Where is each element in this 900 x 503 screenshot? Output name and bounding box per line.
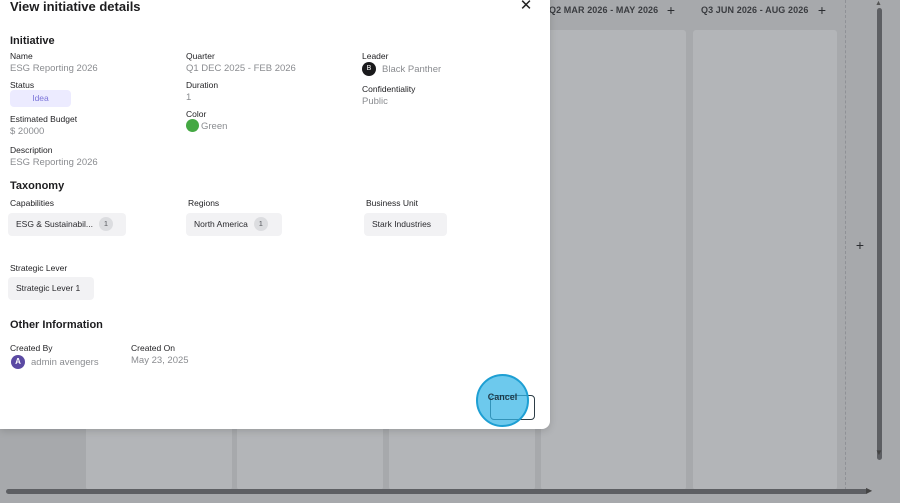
regions-label: Regions [188,198,220,208]
board-column-q3 [693,30,837,490]
initiative-details-modal: View initiative details ✕ Initiative Nam… [0,0,550,429]
scroll-right-icon[interactable]: ▶ [866,486,872,495]
chip-count: 1 [253,216,268,231]
section-title-taxonomy: Taxonomy [10,180,65,192]
chip-label: Stark Industries [372,219,432,229]
status-label: Status [10,80,35,90]
column-header-q3: Q3 JUN 2026 - AUG 2026 [701,5,809,15]
scrollbar-thumb[interactable] [6,489,868,494]
created-by-label: Created By [10,343,53,353]
budget-value: $ 20000 [10,126,45,137]
leader-label: Leader [362,51,389,61]
regions-chip[interactable]: North America 1 [186,213,282,236]
budget-label: Estimated Budget [10,114,78,124]
created-on-label: Created On [131,343,175,353]
cancel-button-label[interactable]: Cancel [476,392,529,402]
section-title-other: Other Information [10,319,103,331]
name-label: Name [10,51,33,61]
capabilities-chip[interactable]: ESG & Sustainabil... 1 [8,213,126,236]
confidentiality-label: Confidentiality [362,84,416,94]
strategic-lever-chip[interactable]: Strategic Lever 1 [8,277,94,300]
created-by-value: admin avengers [31,357,99,368]
name-value: ESG Reporting 2026 [10,63,98,74]
chip-count: 1 [99,216,114,231]
quarter-label: Quarter [186,51,215,61]
business-unit-label: Business Unit [366,198,418,208]
add-to-column-icon[interactable]: + [815,2,829,18]
description-value: ESG Reporting 2026 [10,157,98,168]
duration-value: 1 [186,92,192,103]
close-icon[interactable]: ✕ [518,0,534,14]
chip-label: North America [194,219,248,229]
scroll-down-icon[interactable]: ▼ [875,448,883,457]
creator-avatar: A [11,355,25,369]
chip-label: Strategic Lever 1 [16,283,81,293]
status-badge: Idea [10,90,71,107]
add-to-column-icon[interactable]: + [664,2,678,18]
board-column-q2 [541,30,686,490]
leader-value: Black Panther [382,64,442,75]
strategic-lever-label: Strategic Lever [10,263,68,273]
horizontal-scrollbar[interactable]: ▶ [0,486,880,503]
vertical-scrollbar[interactable]: ▲ ▼ [873,0,885,490]
modal-title: View initiative details [10,0,141,14]
add-column-icon[interactable]: + [853,237,867,253]
section-title-initiative: Initiative [10,35,55,47]
scroll-up-icon[interactable]: ▲ [875,0,882,7]
confidentiality-value: Public [362,96,388,107]
color-value: Green [201,121,228,132]
business-unit-chip[interactable]: Stark Industries [364,213,447,236]
leader-avatar: B [362,62,376,76]
color-swatch [186,119,199,132]
quarter-value: Q1 DEC 2025 - FEB 2026 [186,63,296,74]
column-header-q2: Q2 MAR 2026 - MAY 2026 [549,5,659,15]
capabilities-label: Capabilities [10,198,54,208]
duration-label: Duration [186,80,219,90]
created-on-value: May 23, 2025 [131,355,189,366]
scrollbar-thumb[interactable] [877,8,882,460]
chip-label: ESG & Sustainabil... [16,219,94,229]
color-label: Color [186,109,207,119]
column-divider [845,0,846,490]
description-label: Description [10,145,53,155]
